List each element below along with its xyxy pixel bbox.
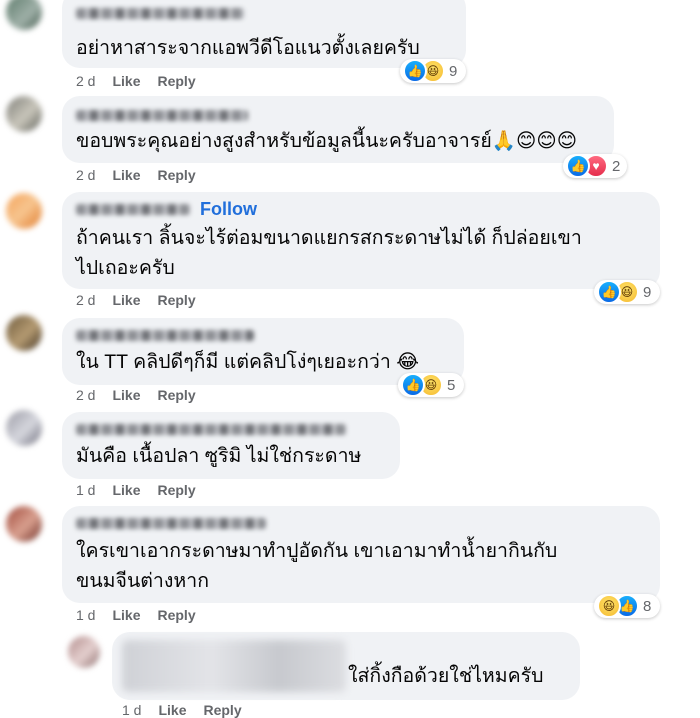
like-button[interactable]: Like: [158, 702, 186, 718]
comment-actions: 2 d Like Reply: [76, 292, 213, 308]
thumbs-up-icon: 👍: [403, 59, 427, 83]
reply-button[interactable]: Reply: [203, 702, 241, 718]
reply-button[interactable]: Reply: [157, 167, 195, 183]
reaction-count: 8: [643, 597, 652, 615]
like-button[interactable]: Like: [112, 482, 140, 498]
timestamp[interactable]: 2 d: [76, 292, 95, 308]
like-button[interactable]: Like: [112, 167, 140, 183]
comment-bubble: มันคือ เนื้อปลา ซูริมิ ไม่ใช่กระดาษ: [62, 412, 400, 479]
author-name[interactable]: [76, 8, 244, 19]
comment-bubble: ขอบพระคุณอย่างสูงสำหรับข้อมูลนี้นะครับอา…: [62, 96, 614, 163]
comment-text: มันคือ เนื้อปลา ซูริมิ ไม่ใช่กระดาษ: [76, 445, 362, 467]
comment-bubble: Follow ถ้าคนเรา ลิ้นจะไร้ต่อมขนาดแยกรสกร…: [62, 192, 660, 289]
author-name[interactable]: [76, 330, 254, 341]
reply-bubble: ใส่กิ้งกือด้วยใช่ไหมครับ: [112, 632, 580, 700]
blurred-reply-content: [122, 640, 346, 692]
reply-button[interactable]: Reply: [157, 482, 195, 498]
comment-text: ใน TT คลิปดีๆก็มี แต่คลิปโง่ๆเยอะกว่า 😂: [76, 351, 420, 373]
reply-button[interactable]: Reply: [157, 292, 195, 308]
timestamp[interactable]: 2 d: [76, 73, 95, 89]
reaction-summary[interactable]: 👍 😆 5: [398, 373, 464, 397]
timestamp[interactable]: 1 d: [76, 607, 95, 623]
follow-button[interactable]: Follow: [200, 199, 257, 220]
avatar[interactable]: [6, 410, 42, 446]
comment-text: ใครเขาเอากระดาษมาทำปูอัดกัน เขาเอามาทำน้…: [76, 540, 558, 562]
like-button[interactable]: Like: [112, 292, 140, 308]
comment-actions: 2 d Like Reply: [76, 167, 213, 183]
author-name[interactable]: [76, 204, 190, 215]
author-name[interactable]: [76, 424, 346, 435]
comment-text: อย่าหาสาระจากแอพวีดีโอแนวตั้งเลยครับ: [76, 37, 420, 59]
reaction-count: 9: [643, 283, 652, 301]
timestamp[interactable]: 2 d: [76, 167, 95, 183]
reply-button[interactable]: Reply: [157, 387, 195, 403]
reaction-count: 5: [447, 376, 456, 394]
reply-button[interactable]: Reply: [157, 607, 195, 623]
reply-button[interactable]: Reply: [157, 73, 195, 89]
thumbs-up-icon: 👍: [597, 280, 621, 304]
reaction-summary[interactable]: 👍 ♥ 2: [563, 154, 627, 178]
reaction-summary[interactable]: 👍 😆 9: [594, 280, 660, 304]
comment-text: ขนมจีนต่างหาก: [76, 570, 210, 592]
thumbs-up-icon: 👍: [566, 154, 590, 178]
comment-text: ใส่กิ้งกือด้วยใช่ไหมครับ: [348, 665, 544, 687]
reaction-count: 2: [612, 157, 621, 175]
reaction-summary[interactable]: 👍 😆 9: [400, 59, 466, 83]
comment-actions: 2 d Like Reply: [76, 73, 213, 89]
avatar[interactable]: [6, 315, 42, 351]
comment-bubble: ใครเขาเอากระดาษมาทำปูอัดกัน เขาเอามาทำน้…: [62, 506, 660, 603]
author-name[interactable]: [76, 518, 266, 529]
timestamp[interactable]: 2 d: [76, 387, 95, 403]
comment-text: ขอบพระคุณอย่างสูงสำหรับข้อมูลนี้นะครับอา…: [76, 130, 578, 152]
avatar[interactable]: [68, 636, 100, 668]
author-name[interactable]: [76, 110, 248, 121]
like-button[interactable]: Like: [112, 73, 140, 89]
comment-text: ไปเถอะครับ: [76, 257, 175, 279]
avatar[interactable]: [6, 0, 42, 30]
comment-text: ถ้าคนเรา ลิ้นจะไร้ต่อมขนาดแยกรสกระดาษไม่…: [76, 227, 582, 249]
comment-actions: 1 d Like Reply: [122, 702, 259, 718]
comment-actions: 2 d Like Reply: [76, 387, 213, 403]
laughing-face-icon: 😆: [597, 594, 621, 618]
avatar[interactable]: [6, 193, 42, 229]
timestamp[interactable]: 1 d: [76, 482, 95, 498]
avatar[interactable]: [6, 96, 42, 132]
comment-actions: 1 d Like Reply: [76, 607, 213, 623]
reaction-summary[interactable]: 😆 👍 8: [594, 594, 660, 618]
comment-actions: 1 d Like Reply: [76, 482, 213, 498]
like-button[interactable]: Like: [112, 607, 140, 623]
comment-bubble: อย่าหาสาระจากแอพวีดีโอแนวตั้งเลยครับ: [62, 0, 466, 68]
timestamp[interactable]: 1 d: [122, 702, 141, 718]
reaction-count: 9: [449, 62, 458, 80]
thumbs-up-icon: 👍: [401, 373, 425, 397]
like-button[interactable]: Like: [112, 387, 140, 403]
avatar[interactable]: [6, 506, 42, 542]
